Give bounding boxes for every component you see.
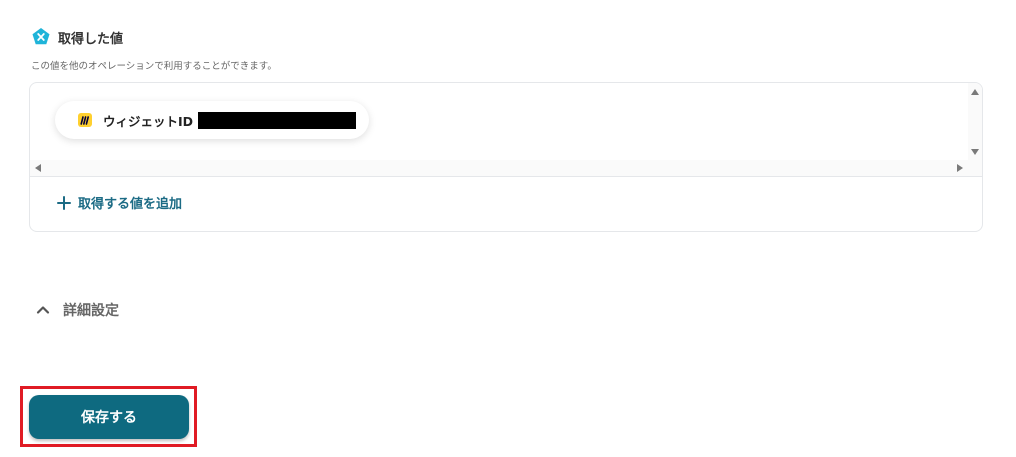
miro-icon	[78, 113, 92, 127]
page: 取得した値 この値を他のオペレーションで利用することができます。 ウィジェットI…	[0, 0, 1016, 457]
value-chip-widget-id[interactable]: ウィジェットID	[55, 101, 369, 139]
divider	[30, 176, 982, 177]
value-chip-label: ウィジェットID	[103, 113, 194, 129]
section-title: 取得した値	[58, 31, 124, 47]
section-header: 取得した値	[31, 27, 123, 47]
chevron-up-icon	[36, 306, 50, 314]
save-button[interactable]: 保存する	[29, 395, 189, 439]
advanced-settings-toggle[interactable]: 詳細設定	[36, 300, 119, 320]
scroll-up-arrow-icon[interactable]	[971, 89, 979, 95]
obtained-values-panel: ウィジェットID 取得する値を追加	[29, 82, 983, 232]
vertical-scrollbar[interactable]	[968, 83, 982, 160]
plus-icon	[57, 195, 71, 210]
values-scroll-area[interactable]: ウィジェットID	[30, 83, 982, 176]
section-description: この値を他のオペレーションで利用することができます。	[31, 61, 277, 72]
redacted-value	[198, 111, 357, 129]
scroll-right-arrow-icon[interactable]	[957, 164, 963, 172]
horizontal-scrollbar[interactable]	[30, 160, 982, 176]
add-value-label: 取得する値を追加	[78, 197, 183, 212]
advanced-settings-label: 詳細設定	[63, 303, 119, 319]
add-value-button[interactable]: 取得する値を追加	[57, 193, 182, 212]
yoom-x-icon	[32, 28, 50, 45]
scroll-left-arrow-icon[interactable]	[35, 164, 41, 172]
scroll-down-arrow-icon[interactable]	[971, 149, 979, 155]
